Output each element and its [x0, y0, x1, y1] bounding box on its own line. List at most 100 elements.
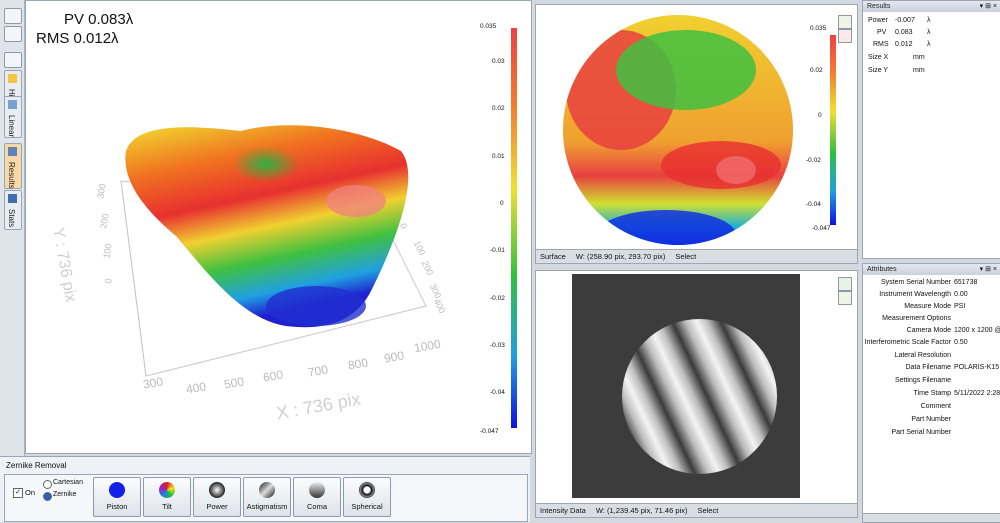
surface-status-mode: Select — [675, 252, 697, 261]
surface-status-name: Surface — [540, 252, 566, 261]
colorbar-3d-tick: -0.04 — [490, 389, 505, 396]
linear-icon — [8, 100, 17, 109]
results-title: Results — [867, 3, 891, 10]
cartesian-label: Cartesian — [53, 479, 83, 486]
grid-icon[interactable] — [838, 291, 852, 305]
piston-button[interactable]: Piston — [93, 477, 141, 517]
colorbar-2d-tick: 0.02 — [810, 67, 823, 74]
attribute-row: Measure Mode PSI — [904, 303, 966, 310]
attribute-row: Comment — [920, 403, 951, 410]
results-row: Size Y mm — [868, 67, 925, 74]
results-panel: Results ▾ ⊞ × Power -0.007 λ PV 0.083 λ … — [862, 0, 1000, 259]
results-header: Results ▾ ⊞ × — [863, 1, 1000, 12]
colorbar-3d-tick: 0.01 — [492, 153, 505, 160]
colorbar-3d-tick: -0.03 — [490, 342, 505, 349]
attribute-row: Camera Mode 1200 x 1200 @ — [906, 327, 1000, 334]
colorbar-3d-tick: -0.02 — [490, 295, 505, 302]
colorbar-3d-tick: 0.03 — [492, 58, 505, 65]
view-icon-button[interactable] — [4, 8, 22, 24]
zernike-radio[interactable] — [43, 492, 52, 501]
check-icon[interactable] — [838, 277, 852, 291]
attribute-row: Time Stamp 5/11/2022 2:28: — [913, 390, 1000, 397]
intensity-status-name: Intensity Data — [540, 506, 586, 515]
hide-icon — [8, 74, 17, 83]
colorbar-2d-top: 0.035 — [810, 25, 827, 32]
colorbar-2d — [830, 35, 836, 225]
left-toolbar: Hide Linear Results Stats — [0, 0, 25, 521]
results-icon — [8, 147, 17, 156]
surface-2d-view[interactable]: 0.035 0.02 0 -0.02 -0.04 -0.047 Surface W… — [535, 4, 858, 264]
attribute-row: Settings Filename — [894, 377, 951, 384]
grid-icon-button[interactable] — [4, 52, 22, 68]
results-row: PV 0.083 λ — [877, 29, 931, 36]
surface-3d-green-region — [211, 146, 321, 206]
intensity-status-bar: Intensity Data W: (1,239.45 pix, 71.46 pi… — [536, 503, 857, 517]
spherical-button[interactable]: Spherical — [343, 477, 391, 517]
power-icon — [209, 482, 225, 498]
spherical-icon — [359, 482, 375, 498]
astigmatism-icon — [259, 482, 275, 498]
piston-icon — [109, 482, 125, 498]
coma-icon — [309, 482, 325, 498]
tilt-icon — [159, 482, 175, 498]
intensity-status-coords: W: (1,239.45 pix, 71.46 pix) — [595, 506, 688, 515]
attributes-title: Attributes — [867, 266, 897, 273]
palette-icon[interactable] — [838, 29, 852, 43]
tab-stats[interactable]: Stats — [4, 190, 22, 230]
attribute-row: Part Serial Number — [891, 429, 951, 436]
on-label: On — [25, 488, 36, 497]
attribute-row: Part Number — [911, 416, 951, 423]
tab-linear[interactable]: Linear — [4, 96, 22, 138]
intensity-status-mode: Select — [697, 506, 719, 515]
close-icon[interactable]: ▾ ⊞ × — [980, 264, 997, 275]
surface-2d-green-top — [616, 30, 756, 110]
zernike-label: Zernike — [53, 491, 77, 498]
attribute-row: Instrument Wavelength 0.00 — [879, 291, 968, 298]
colorbar-3d-tick: 0.02 — [492, 105, 505, 112]
zernike-removal-panel: Zernike Removal ✓ On Cartesian Zernike P… — [0, 456, 530, 522]
colorbar-3d — [511, 28, 517, 428]
surface-3d-view[interactable]: PV 0.083λ RMS 0.012λ 300 200 100 0 Y : 7… — [25, 0, 532, 454]
surface-3d-pink-region — [326, 185, 386, 217]
tilt-button[interactable]: Tilt — [143, 477, 191, 517]
attribute-row: Interferometric Scale Factor 0.50 — [864, 339, 968, 346]
attributes-header: Attributes ▾ ⊞ × — [863, 264, 1000, 275]
surface-2d-pink-spot — [716, 156, 756, 184]
tab-results[interactable]: Results — [4, 143, 22, 189]
rms-label: RMS 0.012λ — [36, 30, 119, 47]
colorbar-3d-bottom: -0.047 — [480, 428, 499, 435]
colorbar-3d-tick: -0.01 — [490, 247, 505, 254]
on-checkbox[interactable]: ✓ — [13, 488, 23, 498]
attribute-row: Data FilenamePOLARIS-K15 LC — [905, 364, 1000, 371]
print-icon-button[interactable] — [4, 26, 22, 42]
cartesian-radio[interactable] — [43, 480, 52, 489]
surface-2d-plot — [563, 15, 793, 245]
colorbar-2d-bottom: -0.047 — [812, 225, 831, 232]
results-row: RMS 0.012 λ — [873, 41, 931, 48]
grid-icon[interactable] — [838, 15, 852, 29]
results-row: Size X mm — [868, 54, 925, 61]
pv-label: PV 0.083λ — [64, 11, 134, 28]
close-icon[interactable]: ▾ ⊞ × — [980, 1, 997, 12]
surface-3d-blue-region — [266, 286, 366, 326]
intensity-image — [572, 274, 800, 498]
coma-button[interactable]: Coma — [293, 477, 341, 517]
zernike-title: Zernike Removal — [6, 461, 67, 470]
plot-box-edge — [120, 180, 147, 377]
results-row: Power -0.007 λ — [868, 17, 931, 24]
colorbar-3d-tick: 0 — [500, 200, 504, 207]
intensity-data-view[interactable]: Intensity Data W: (1,239.45 pix, 71.46 pi… — [535, 270, 858, 518]
astigmatism-button[interactable]: Astigmatism — [243, 477, 291, 517]
attribute-row: Lateral Resolution — [894, 352, 951, 359]
colorbar-2d-tick: -0.04 — [806, 201, 821, 208]
attribute-row: System Serial Number 651738 — [880, 279, 978, 286]
power-button[interactable]: Power — [193, 477, 241, 517]
fringe-pattern — [622, 319, 777, 474]
zernike-group: ✓ On Cartesian Zernike Piston Tilt Power… — [4, 474, 528, 522]
colorbar-3d-top: 0.035 — [480, 23, 497, 30]
surface-status-coords: W: (258.90 pix, 293.70 pix) — [575, 252, 666, 261]
attributes-panel: Attributes ▾ ⊞ × System Serial Number 651… — [862, 263, 1000, 523]
surface-status-bar: Surface W: (258.90 pix, 293.70 pix) Select — [536, 249, 857, 263]
stats-icon — [8, 194, 17, 203]
colorbar-2d-tick: 0 — [818, 112, 822, 119]
